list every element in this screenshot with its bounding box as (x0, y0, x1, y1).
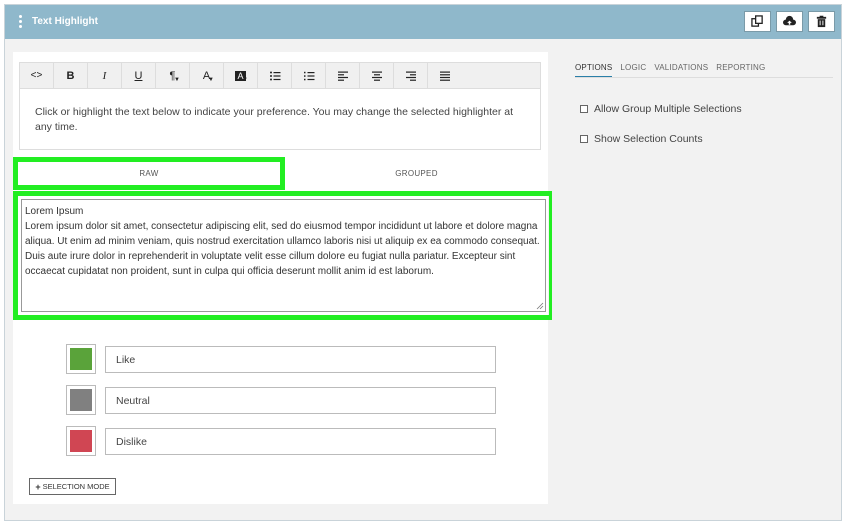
italic-button[interactable]: I (88, 63, 122, 88)
upload-button[interactable] (776, 11, 803, 32)
option-allow-group-multiple[interactable]: Allow Group Multiple Selections (580, 103, 742, 115)
color-picker-button[interactable] (66, 344, 96, 374)
align-right-button[interactable] (394, 63, 428, 88)
tabs-divider (575, 77, 833, 78)
font-color-button[interactable]: A ▼ (190, 63, 224, 88)
view-tabs: RAW GROUPED (13, 157, 548, 190)
background-color-button[interactable]: A ▼ (224, 63, 258, 88)
selection-mode-button[interactable]: + SELECTION MODE (29, 478, 116, 495)
highlighter-row: Neutral (66, 385, 496, 415)
highlighter-label-input[interactable]: Neutral (105, 387, 496, 414)
plus-icon: + (35, 481, 41, 492)
text-body: Lorem ipsum dolor sit amet, consectetur … (25, 221, 540, 277)
text-title: Lorem Ipsum (25, 206, 84, 217)
color-swatch (70, 430, 92, 452)
settings-panel: OPTIONS LOGIC VALIDATIONS REPORTING Allo… (552, 52, 836, 515)
option-label: Show Selection Counts (594, 133, 703, 145)
tab-logic[interactable]: LOGIC (620, 63, 646, 78)
justify-icon (440, 71, 450, 81)
align-left-icon (337, 71, 348, 81)
cloud-upload-icon (783, 15, 796, 26)
highlighter-row: Like (66, 344, 496, 374)
underline-button[interactable]: U (122, 63, 156, 88)
copy-icon (751, 15, 763, 27)
justify-button[interactable] (428, 63, 462, 88)
align-center-icon (371, 71, 382, 81)
tab-options[interactable]: OPTIONS (575, 63, 613, 78)
tab-raw[interactable]: RAW (13, 157, 285, 190)
code-view-button[interactable]: <> (20, 63, 54, 88)
copy-button[interactable] (744, 11, 771, 32)
highlight-text-container: Lorem Ipsum Lorem ipsum dolor sit amet, … (13, 191, 554, 320)
highlighter-row: Dislike (66, 426, 496, 456)
format-toolbar: <> B I U ¶ ▼ A ▼ A ▼ (19, 62, 541, 89)
option-label: Allow Group Multiple Selections (594, 103, 742, 115)
bulleted-list-button[interactable] (258, 63, 292, 88)
tab-reporting[interactable]: REPORTING (716, 63, 765, 78)
highlighter-label-input[interactable]: Dislike (105, 428, 496, 455)
align-left-button[interactable] (326, 63, 360, 88)
align-center-button[interactable] (360, 63, 394, 88)
bold-button[interactable]: B (54, 63, 88, 88)
trash-icon (816, 15, 827, 28)
instructions-editor[interactable]: Click or highlight the text below to ind… (19, 89, 541, 150)
align-right-icon (405, 71, 416, 81)
checkbox[interactable] (580, 105, 588, 113)
color-swatch (70, 389, 92, 411)
paragraph-button[interactable]: ¶ ▼ (156, 63, 190, 88)
bulleted-list-icon (269, 71, 280, 80)
highlighter-label-input[interactable]: Like (105, 346, 496, 373)
option-show-selection-counts[interactable]: Show Selection Counts (580, 133, 703, 145)
card-header: Text Highlight (5, 5, 841, 39)
editor-panel: <> B I U ¶ ▼ A ▼ A ▼ Click or highlight the… (13, 52, 554, 504)
highlight-textarea[interactable]: Lorem Ipsum Lorem ipsum dolor sit amet, … (21, 199, 546, 312)
delete-button[interactable] (808, 11, 835, 32)
numbered-list-icon (303, 71, 314, 80)
checkbox[interactable] (580, 135, 588, 143)
tab-grouped[interactable]: GROUPED (285, 157, 548, 190)
settings-tabs: OPTIONS LOGIC VALIDATIONS REPORTING (575, 63, 765, 78)
color-picker-button[interactable] (66, 426, 96, 456)
drag-handle-icon[interactable] (19, 15, 23, 28)
color-swatch (70, 348, 92, 370)
color-picker-button[interactable] (66, 385, 96, 415)
tab-validations[interactable]: VALIDATIONS (654, 63, 708, 78)
numbered-list-button[interactable] (292, 63, 326, 88)
resize-handle-icon[interactable] (536, 302, 544, 310)
card-title: Text Highlight (32, 16, 98, 27)
selection-mode-label: SELECTION MODE (42, 482, 110, 491)
